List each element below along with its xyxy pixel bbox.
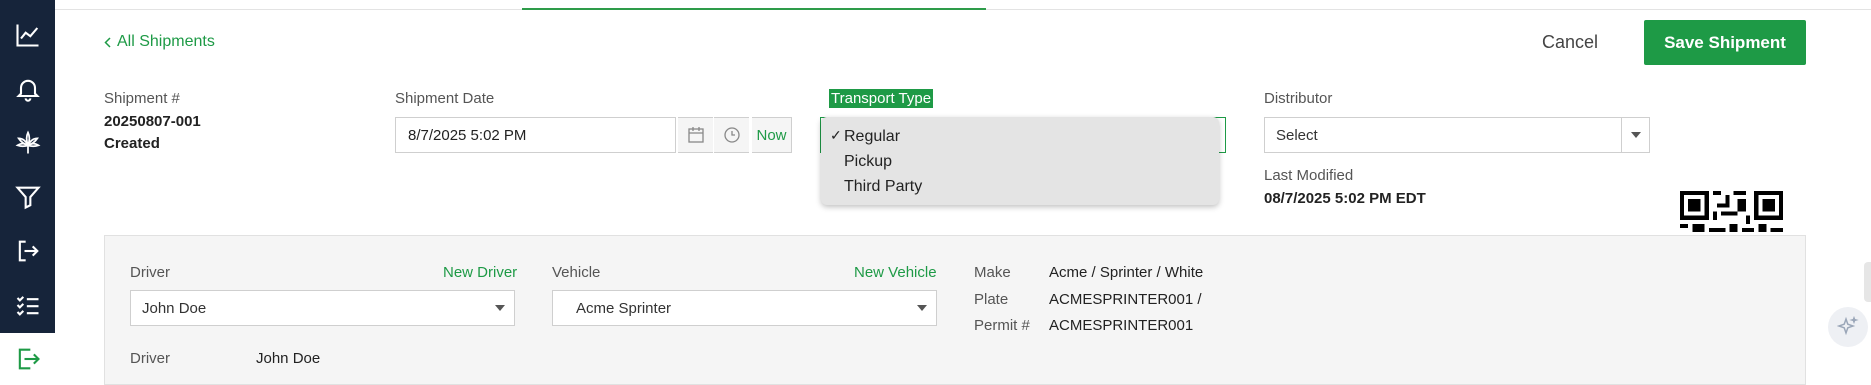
vehicle-select-value: Acme Sprinter [576,299,672,317]
transport-option-regular[interactable]: ✓ Regular [821,124,1219,149]
transport-option-label: Third Party [844,177,923,195]
transport-option-label: Pickup [844,152,893,170]
sign-in-icon [18,240,39,262]
chevron-down-icon [486,291,514,325]
driver-detail-value: John Doe [256,350,321,367]
inventory-nav-item[interactable] [0,117,55,169]
shipment-number-label: Shipment # [104,90,180,107]
distributor-select[interactable]: Select [1264,117,1650,153]
transport-type-label: Transport Type [829,89,934,108]
chart-line-icon [15,24,38,47]
analytics-nav-item[interactable] [0,9,55,61]
sign-out-icon [18,348,40,370]
calendar-button[interactable] [678,117,713,153]
transport-option-label: Regular [844,127,901,145]
permit-value: ACMESPRINTER001 [1049,317,1194,334]
calendar-icon [687,127,704,143]
driver-select-value: John Doe [142,299,207,317]
shipment-date-label: Shipment Date [395,90,495,107]
shipment-status: Created [104,135,160,152]
distributor-select-value: Select [1276,126,1318,144]
save-shipment-button[interactable]: Save Shipment [1644,20,1806,65]
vehicle-label: Vehicle [552,264,601,281]
filter-icon [14,186,41,210]
new-vehicle-link[interactable]: New Vehicle [854,264,937,281]
last-modified-label: Last Modified [1264,167,1354,184]
shipment-number-value: 20250807-001 [104,113,201,130]
plate-label: Plate [974,291,1009,308]
checkmark-icon: ✓ [830,127,842,143]
assistant-button[interactable] [1828,307,1868,347]
permit-label: Permit # [974,317,1030,334]
active-tab-indicator [522,8,986,10]
bell-icon [15,79,40,102]
all-shipments-label: All Shipments [117,33,215,50]
transport-type-dropdown: ✓ Regular Pickup Third Party [821,117,1219,205]
cancel-button[interactable]: Cancel [1542,32,1598,53]
last-modified-value: 08/7/2025 5:02 PM EDT [1264,190,1426,207]
driver-select[interactable]: John Doe [130,290,515,326]
notifications-nav-item[interactable] [0,63,55,115]
new-driver-link[interactable]: New Driver [443,264,517,281]
chevron-left-icon [104,36,111,48]
now-button[interactable]: Now [752,117,792,153]
transport-option-pickup[interactable]: Pickup [821,149,1219,174]
incoming-nav-item[interactable] [0,225,55,277]
lab-nav-item[interactable] [0,171,55,223]
chevron-down-icon [908,291,936,325]
chevron-down-icon [1621,118,1649,152]
driver-detail-label: Driver [130,350,170,367]
distributor-label: Distributor [1264,90,1333,107]
time-button[interactable] [714,117,749,153]
checklist-icon [16,296,38,316]
make-value: Acme / Sprinter / White [1049,264,1204,281]
make-label: Make [974,264,1011,281]
scrollbar[interactable] [1864,262,1871,302]
transport-option-third-party[interactable]: Third Party [821,174,1219,199]
tasks-nav-item[interactable] [0,279,55,331]
plate-value: ACMESPRINTER001 / [1049,291,1202,308]
vehicle-select[interactable]: Acme Sprinter [552,290,937,326]
cannabis-leaf-icon [15,130,40,154]
all-shipments-link[interactable]: All Shipments [104,33,215,51]
shipment-date-input[interactable]: 8/7/2025 5:02 PM [395,117,676,153]
sparkle-icon [1837,316,1859,336]
sidebar [0,0,55,385]
outgoing-nav-item[interactable] [0,333,55,385]
shipment-date-value: 8/7/2025 5:02 PM [408,126,527,144]
driver-label: Driver [130,264,170,281]
clock-icon [723,127,740,143]
